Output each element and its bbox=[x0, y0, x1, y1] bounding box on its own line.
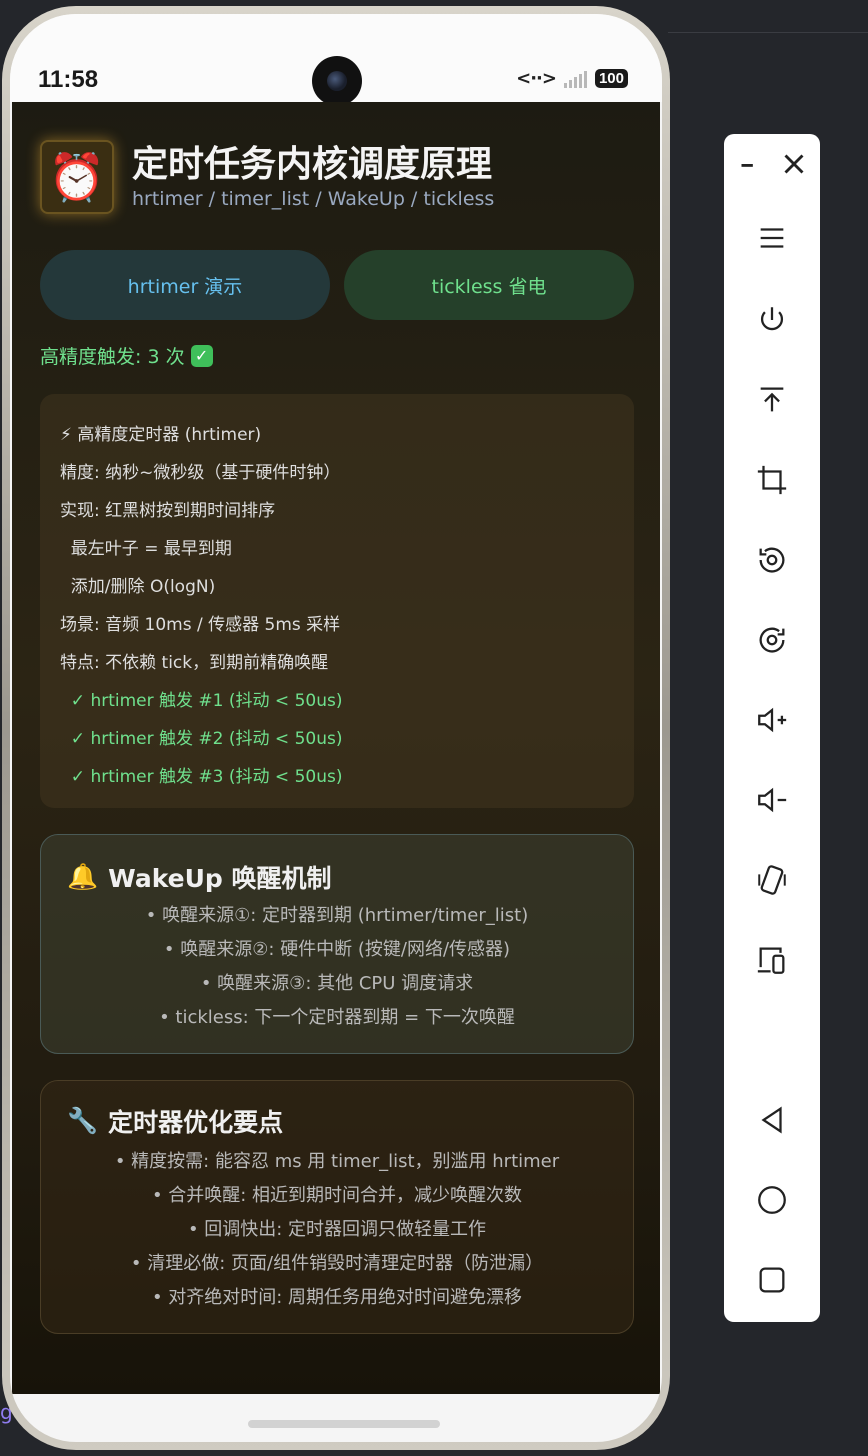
trigger-status-text: 高精度触发: 3 次 bbox=[40, 346, 185, 368]
list-item: • 清理必做: 页面/组件销毁时清理定时器（防泄漏） bbox=[130, 1253, 544, 1274]
list-item: • 回调快出: 定时器回调只做轻量工作 bbox=[187, 1219, 487, 1240]
log-line: 实现: 红黑树按到期时间排序 bbox=[60, 501, 276, 521]
signal-icon bbox=[563, 70, 587, 88]
overview-icon[interactable] bbox=[752, 1260, 792, 1300]
list-item: • 唤醒来源③: 其他 CPU 调度请求 bbox=[200, 973, 474, 994]
front-camera bbox=[312, 56, 362, 106]
wakeup-card-title: 🔔 WakeUp 唤醒机制 bbox=[67, 859, 332, 895]
log-panel: ⚡ 高精度定时器 (hrtimer) 精度: 纳秒~微秒级（基于硬件时钟） 实现… bbox=[40, 394, 634, 808]
page-subtitle: hrtimer / timer_list / WakeUp / tickless bbox=[132, 188, 495, 210]
log-result-line: ✓ hrtimer 触发 #1 (抖动 < 50us) bbox=[60, 691, 343, 711]
rotate-left-icon[interactable] bbox=[752, 540, 792, 580]
log-line: 特点: 不依赖 tick，到期前精确唤醒 bbox=[60, 653, 329, 673]
home-icon[interactable] bbox=[752, 1180, 792, 1220]
list-item: • 唤醒来源②: 硬件中断 (按键/网络/传感器) bbox=[163, 939, 511, 960]
log-line: 最左叶子 = 最早到期 bbox=[60, 539, 232, 559]
home-indicator[interactable] bbox=[248, 1420, 440, 1428]
power-icon[interactable] bbox=[752, 300, 792, 340]
top-icon[interactable] bbox=[752, 380, 792, 420]
phone-display: 11:58 <··> 100 ⏰ 定时任务内核调度原理 hrtimer / ti… bbox=[10, 14, 662, 1442]
log-line: 场景: 音频 10ms / 传感器 5ms 采样 bbox=[60, 615, 341, 635]
app-header: ⏰ 定时任务内核调度原理 hrtimer / timer_list / Wake… bbox=[40, 140, 494, 214]
wrench-icon: 🔧 bbox=[67, 1106, 99, 1135]
list-item: • 唤醒来源①: 定时器到期 (hrtimer/timer_list) bbox=[145, 905, 529, 926]
log-line: 精度: 纳秒~微秒级（基于硬件时钟） bbox=[60, 463, 341, 483]
status-icons: <··> 100 bbox=[516, 68, 628, 89]
status-time: 11:58 bbox=[38, 66, 99, 93]
volume-up-icon[interactable] bbox=[752, 700, 792, 740]
phone-frame: 11:58 <··> 100 ⏰ 定时任务内核调度原理 hrtimer / ti… bbox=[2, 6, 670, 1450]
minimize-icon[interactable] bbox=[730, 144, 770, 184]
log-result-line: ✓ hrtimer 触发 #2 (抖动 < 50us) bbox=[60, 729, 343, 749]
device-control-toolbar bbox=[724, 134, 820, 1322]
hrtimer-demo-button[interactable]: hrtimer 演示 bbox=[40, 250, 330, 320]
optimize-card-title-text: 定时器优化要点 bbox=[108, 1108, 284, 1137]
menu-icon[interactable] bbox=[752, 218, 792, 258]
list-item: • tickless: 下一个定时器到期 = 下一次唤醒 bbox=[159, 1007, 515, 1028]
top-divider bbox=[668, 32, 868, 33]
optimize-card: 🔧 定时器优化要点 • 精度按需: 能容忍 ms 用 timer_list，别滥… bbox=[40, 1080, 634, 1334]
wakeup-card-title-text: WakeUp 唤醒机制 bbox=[108, 864, 332, 893]
page-title: 定时任务内核调度原理 bbox=[132, 144, 493, 185]
optimize-card-title: 🔧 定时器优化要点 bbox=[67, 1103, 283, 1139]
back-icon[interactable] bbox=[752, 1100, 792, 1140]
crop-icon[interactable] bbox=[752, 460, 792, 500]
trigger-status: 高精度触发: 3 次 ✓ bbox=[40, 342, 213, 369]
check-icon: ✓ bbox=[190, 344, 213, 367]
app-screen[interactable]: ⏰ 定时任务内核调度原理 hrtimer / timer_list / Wake… bbox=[12, 102, 660, 1394]
list-item: • 合并唤醒: 相近到期时间合并，减少唤醒次数 bbox=[151, 1185, 523, 1206]
close-icon[interactable] bbox=[774, 144, 814, 184]
list-item: • 精度按需: 能容忍 ms 用 timer_list，别滥用 hrtimer bbox=[114, 1151, 560, 1172]
log-result-line: ✓ hrtimer 触发 #3 (抖动 < 50us) bbox=[60, 767, 343, 787]
wakeup-card: 🔔 WakeUp 唤醒机制 • 唤醒来源①: 定时器到期 (hrtimer/ti… bbox=[40, 834, 634, 1054]
screen-mirror-icon[interactable] bbox=[752, 940, 792, 980]
log-title: ⚡ 高精度定时器 (hrtimer) bbox=[60, 425, 262, 445]
volume-down-icon[interactable] bbox=[752, 780, 792, 820]
status-bar: 11:58 <··> 100 bbox=[10, 14, 662, 106]
battery-icon: 100 bbox=[594, 69, 628, 88]
shake-icon[interactable] bbox=[752, 860, 792, 900]
list-item: • 对齐绝对时间: 周期任务用绝对时间避免漂移 bbox=[151, 1287, 523, 1308]
network-icon: <··> bbox=[516, 68, 557, 89]
log-line: 添加/删除 O(logN) bbox=[60, 577, 216, 597]
alarm-clock-icon: ⏰ bbox=[40, 140, 114, 214]
rotate-right-icon[interactable] bbox=[752, 620, 792, 660]
tickless-demo-button[interactable]: tickless 省电 bbox=[344, 250, 634, 320]
bell-icon: 🔔 bbox=[67, 862, 99, 891]
